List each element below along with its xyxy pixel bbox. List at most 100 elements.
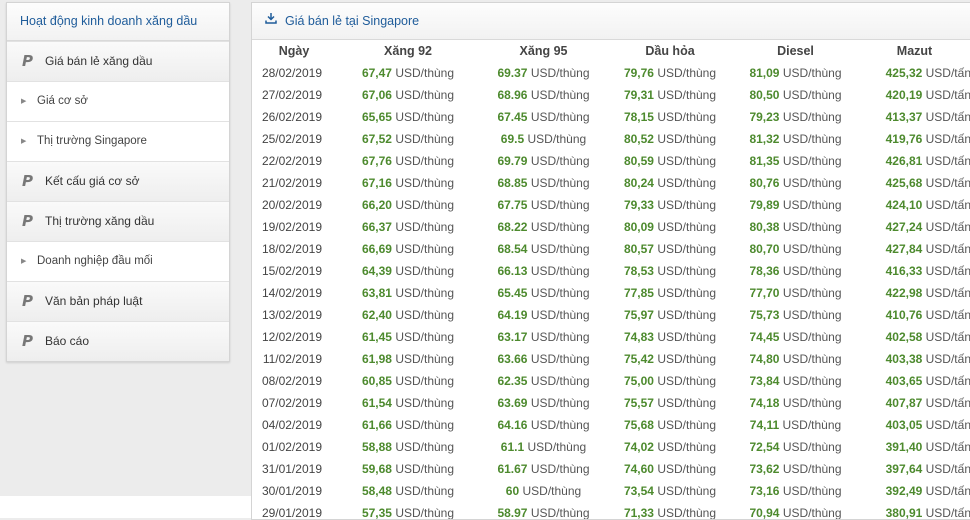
price-unit: USD/tấn <box>925 242 970 256</box>
caret-right-icon: ▶ <box>21 138 27 145</box>
table-row: 26/02/2019 65,65 USD/thùng 67.45 USD/thùng… <box>252 106 970 128</box>
date-cell: 26/02/2019 <box>261 110 322 124</box>
price-value: 66,20 <box>361 198 392 212</box>
table-row: 27/02/2019 67,06 USD/thùng 68.96 USD/thùng… <box>252 84 970 106</box>
price-unit: USD/thùng <box>657 176 717 190</box>
price-cell: 416,33 USD/tấn <box>858 260 970 282</box>
price-value: 72,54 <box>749 440 780 454</box>
price-value: 422,98 <box>885 286 923 300</box>
price-unit: USD/thùng <box>530 286 590 300</box>
price-unit: USD/thùng <box>657 242 717 256</box>
date-cell: 19/02/2019 <box>261 220 322 234</box>
sidebar-item[interactable]: P Thị trường xăng dầu <box>7 201 229 241</box>
price-value: 75,73 <box>749 308 780 322</box>
p-logo-icon: P <box>22 332 33 350</box>
price-unit: USD/thùng <box>522 484 582 498</box>
price-value: 58,88 <box>361 440 392 454</box>
download-icon[interactable] <box>265 3 277 38</box>
price-unit: USD/thùng <box>395 220 455 234</box>
date-cell: 30/01/2019 <box>261 484 322 498</box>
price-cell: 65,65 USD/thùng <box>336 106 480 128</box>
price-cell: 72,54 USD/thùng <box>733 436 858 458</box>
price-unit: USD/thùng <box>782 110 842 124</box>
table-row: 07/02/2019 61,54 USD/thùng 63.69 USD/thùng… <box>252 392 970 414</box>
date-cell: 07/02/2019 <box>261 396 322 410</box>
header-dauhoa: Dầu hỏa <box>645 44 695 58</box>
sidebar-item-label: Báo cáo <box>45 334 90 348</box>
price-value: 397,64 <box>885 462 923 476</box>
price-value: 61,45 <box>361 330 392 344</box>
sidebar-item[interactable]: ▶ Thị trường Singapore <box>7 121 229 161</box>
price-value: 427,84 <box>885 242 923 256</box>
price-unit: USD/thùng <box>530 220 590 234</box>
price-cell: 63.17 USD/thùng <box>480 326 607 348</box>
price-unit: USD/thùng <box>530 330 590 344</box>
price-value: 68.54 <box>497 242 528 256</box>
price-cell: 64,39 USD/thùng <box>336 260 480 282</box>
price-value: 419,76 <box>885 132 923 146</box>
price-cell: 79,31 USD/thùng <box>607 84 733 106</box>
price-unit: USD/thùng <box>782 374 842 388</box>
price-value: 425,32 <box>885 66 923 80</box>
price-cell: 74,02 USD/thùng <box>607 436 733 458</box>
price-value: 74,11 <box>749 418 780 432</box>
price-value: 65,65 <box>361 110 392 124</box>
price-value: 65.45 <box>497 286 528 300</box>
price-value: 69.5 <box>500 132 525 146</box>
price-cell: 61,98 USD/thùng <box>336 348 480 370</box>
price-cell: 79,76 USD/thùng <box>607 62 733 84</box>
date-cell: 27/02/2019 <box>261 88 322 102</box>
price-cell: 426,81 USD/tấn <box>858 150 970 172</box>
sidebar-item[interactable]: ▶ Doanh nghiệp đầu mối <box>7 241 229 281</box>
sidebar-item[interactable]: ▶ Giá cơ sở <box>7 81 229 121</box>
sidebar-item[interactable]: P Báo cáo <box>7 321 229 361</box>
price-unit: USD/tấn <box>925 374 970 388</box>
price-value: 68.22 <box>497 220 528 234</box>
price-cell: 403,65 USD/tấn <box>858 370 970 392</box>
sidebar-title: Hoạt động kinh doanh xăng dầu <box>7 3 229 41</box>
price-unit: USD/thùng <box>657 440 717 454</box>
price-value: 79,76 <box>623 66 654 80</box>
price-unit: USD/thùng <box>657 198 717 212</box>
price-cell: 413,37 USD/tấn <box>858 106 970 128</box>
price-unit: USD/thùng <box>530 352 590 366</box>
price-unit: USD/thùng <box>782 198 842 212</box>
price-unit: USD/thùng <box>782 242 842 256</box>
price-value: 63.17 <box>497 330 528 344</box>
price-unit: USD/thùng <box>530 198 590 212</box>
price-unit: USD/tấn <box>925 132 970 146</box>
price-cell: 80,70 USD/thùng <box>733 238 858 260</box>
page-background-strip <box>0 496 252 518</box>
price-cell: 77,85 USD/thùng <box>607 282 733 304</box>
price-cell: 74,80 USD/thùng <box>733 348 858 370</box>
price-value: 73,84 <box>749 374 780 388</box>
price-cell: 74,18 USD/thùng <box>733 392 858 414</box>
price-cell: 77,70 USD/thùng <box>733 282 858 304</box>
price-cell: 74,60 USD/thùng <box>607 458 733 480</box>
price-unit: USD/thùng <box>395 374 455 388</box>
p-logo-icon: P <box>22 292 33 310</box>
price-cell: 81,35 USD/thùng <box>733 150 858 172</box>
price-value: 67,06 <box>361 88 392 102</box>
price-cell: 75,73 USD/thùng <box>733 304 858 326</box>
price-value: 403,05 <box>885 418 923 432</box>
price-cell: 60,85 USD/thùng <box>336 370 480 392</box>
price-cell: 391,40 USD/tấn <box>858 436 970 458</box>
price-value: 75,68 <box>623 418 654 432</box>
price-cell: 419,76 USD/tấn <box>858 128 970 150</box>
table-row: 25/02/2019 67,52 USD/thùng 69.5 USD/thùng 8… <box>252 128 970 150</box>
sidebar-item-label: Giá bán lẻ xăng dầu <box>45 54 153 68</box>
price-unit: USD/tấn <box>925 264 970 278</box>
price-value: 60 <box>505 484 520 498</box>
date-cell: 08/02/2019 <box>261 374 322 388</box>
price-cell: 69.79 USD/thùng <box>480 150 607 172</box>
price-value: 75,42 <box>623 352 654 366</box>
price-value: 67,52 <box>361 132 392 146</box>
sidebar-item[interactable]: P Văn bản pháp luật <box>7 281 229 321</box>
price-value: 73,62 <box>749 462 780 476</box>
sidebar-item[interactable]: P Kết cấu giá cơ sở <box>7 161 229 201</box>
date-cell: 20/02/2019 <box>261 198 322 212</box>
price-unit: USD/tấn <box>925 352 970 366</box>
sidebar-item[interactable]: P Giá bán lẻ xăng dầu <box>7 41 229 81</box>
price-value: 79,23 <box>749 110 780 124</box>
